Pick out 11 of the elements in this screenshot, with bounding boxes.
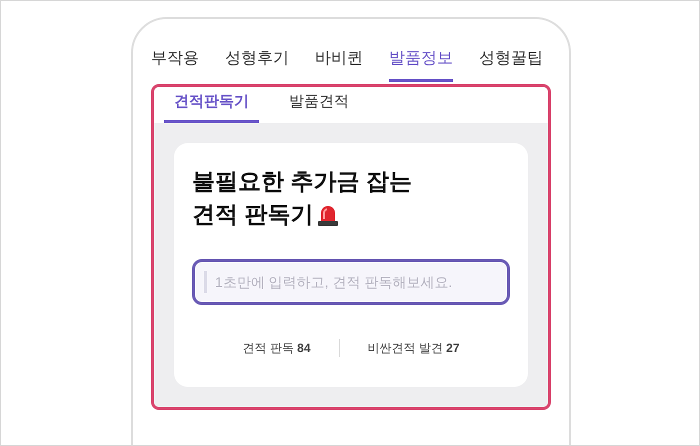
headline: 견적 판독기 [192, 200, 314, 228]
stat-text: 견적 판독 84 [242, 340, 310, 356]
category-tab[interactable]: 성형후기 [225, 47, 289, 82]
stat-text: 비싼견적 발견 27 [368, 340, 460, 356]
estimate-input[interactable]: 1초만에 입력하고, 견적 판독해보세요. [192, 258, 510, 304]
headline: 불필요한 추가금 잡는 [192, 166, 413, 196]
category-tab[interactable]: 성형꿀팁 [479, 47, 543, 82]
category-tab[interactable]: 바비퀸 [315, 47, 363, 82]
sub-tab[interactable]: 발품견적 [279, 91, 359, 122]
category-tab[interactable]: 부작용 [151, 47, 199, 82]
category-tab[interactable]: 발품정보 [389, 47, 453, 82]
